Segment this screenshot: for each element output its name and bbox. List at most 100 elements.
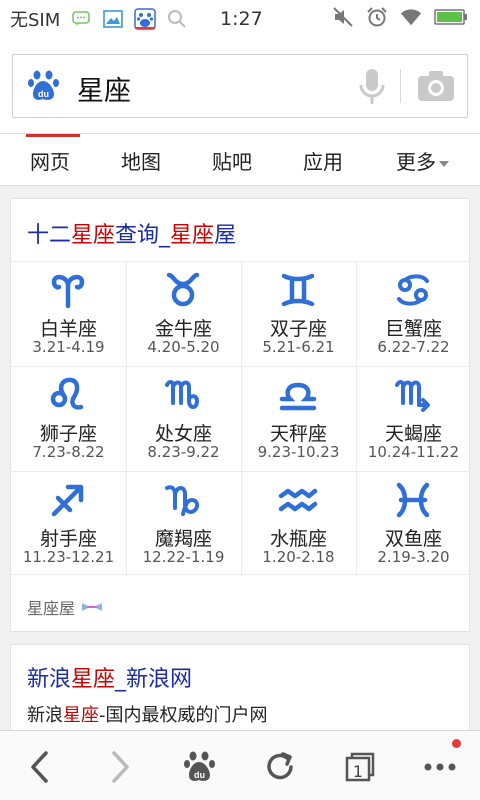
search-header: du 星座 — [0, 38, 480, 134]
scorpio-icon — [393, 377, 433, 413]
zodiac-name: 天秤座 — [269, 423, 327, 445]
zodiac-name: 水瓶座 — [269, 528, 327, 550]
clock: 1:27 — [220, 8, 263, 30]
zodiac-name: 双鱼座 — [384, 528, 442, 550]
title-part: _新浪网 — [115, 667, 193, 692]
zodiac-name: 处女座 — [154, 423, 212, 445]
zodiac-name: 巨蟹座 — [384, 318, 442, 340]
title-highlight: 星座 — [71, 667, 116, 692]
tabs-icon[interactable]: 1 — [340, 747, 380, 787]
zodiac-dates: 5.21-6.21 — [262, 338, 335, 356]
pisces-icon — [393, 482, 433, 518]
title-part: 屋 — [214, 223, 237, 248]
result-title-link[interactable]: 新浪星座_新浪网 — [27, 661, 192, 693]
zodiac-dates: 7.23-8.22 — [32, 443, 105, 461]
more-icon[interactable] — [420, 747, 460, 787]
zodiac-virgo[interactable]: 处女座 8.23-9.22 — [126, 367, 241, 471]
source-logo-icon — [81, 598, 103, 617]
zodiac-aquarius[interactable]: 水瓶座 1.20-2.18 — [241, 472, 356, 576]
baidu-paw-icon: du — [27, 69, 61, 103]
title-part: 十二 — [27, 223, 72, 248]
tab-more-label: 更多 — [396, 150, 436, 174]
zodiac-cancer[interactable]: 巨蟹座 6.22-7.22 — [356, 262, 471, 366]
aries-icon — [48, 272, 88, 309]
zodiac-dates: 4.20-5.20 — [147, 338, 220, 356]
battery-icon — [434, 6, 468, 28]
back-icon[interactable] — [20, 747, 60, 787]
tab-web[interactable]: 网页 — [26, 134, 80, 175]
chat-icon — [70, 8, 92, 30]
carrier-label: 无SIM — [10, 10, 61, 31]
desc-part: 新浪 — [27, 705, 63, 726]
zodiac-dates: 10.24-11.22 — [367, 443, 460, 461]
cancer-icon — [393, 272, 433, 308]
search-box[interactable]: du 星座 — [12, 54, 468, 118]
zodiac-dates: 6.22-7.22 — [377, 338, 450, 356]
forward-icon[interactable] — [100, 747, 140, 787]
zodiac-name: 魔羯座 — [154, 528, 212, 550]
zodiac-leo[interactable]: 狮子座 7.23-8.22 — [11, 367, 126, 471]
image-icon — [102, 8, 124, 30]
tab-apps[interactable]: 应用 — [303, 146, 343, 175]
result-description: 新浪星座-国内最权威的门户网 — [27, 701, 268, 727]
sagittarius-icon — [48, 482, 88, 518]
zodiac-dates: 9.23-10.23 — [257, 443, 340, 461]
status-bar: 无SIM 1:27 — [0, 0, 480, 38]
zodiac-capricorn[interactable]: 魔羯座 12.22-1.19 — [126, 472, 241, 576]
zodiac-name: 狮子座 — [39, 423, 97, 445]
baidu-app-icon — [134, 8, 157, 30]
tab-count: 1 — [352, 761, 364, 781]
title-highlight: 星座 — [71, 223, 116, 248]
zodiac-name: 白羊座 — [39, 318, 97, 340]
svg-text:du: du — [38, 89, 49, 99]
search-divider — [400, 69, 401, 103]
mute-icon — [332, 6, 354, 28]
zodiac-sagittarius[interactable]: 射手座 11.23-12.21 — [11, 472, 126, 576]
search-icon — [166, 8, 188, 30]
zodiac-dates: 3.21-4.19 — [32, 338, 105, 356]
zodiac-name: 天蝎座 — [384, 423, 442, 445]
chevron-down-icon — [439, 160, 449, 167]
zodiac-dates: 2.19-3.20 — [377, 548, 450, 566]
source-label: 星座屋 — [27, 599, 76, 618]
zodiac-dates: 8.23-9.22 — [147, 443, 220, 461]
mic-icon[interactable] — [357, 67, 387, 107]
capricorn-icon — [163, 482, 203, 518]
leo-icon — [48, 377, 88, 413]
result-source[interactable]: 星座屋 — [27, 595, 103, 619]
gemini-icon — [278, 272, 318, 308]
tab-tieba[interactable]: 贴吧 — [212, 146, 252, 175]
virgo-icon — [163, 377, 203, 413]
baidu-home-icon[interactable]: du — [180, 747, 220, 787]
taurus-icon — [163, 272, 203, 308]
zodiac-libra[interactable]: 天秤座 9.23-10.23 — [241, 367, 356, 471]
title-part: 查询_ — [115, 223, 171, 248]
zodiac-dates: 12.22-1.19 — [142, 548, 225, 566]
aquarius-icon — [278, 482, 318, 518]
camera-icon[interactable] — [417, 69, 455, 103]
zodiac-name: 金牛座 — [154, 318, 212, 340]
refresh-icon[interactable] — [260, 747, 300, 787]
zodiac-dates: 1.20-2.18 — [262, 548, 335, 566]
title-highlight: 星座 — [170, 223, 215, 248]
svg-text:du: du — [194, 770, 205, 780]
zodiac-scorpio[interactable]: 天蝎座 10.24-11.22 — [356, 367, 471, 471]
zodiac-name: 射手座 — [39, 528, 97, 550]
title-part: 新浪 — [27, 667, 72, 692]
zodiac-dates: 11.23-12.21 — [22, 548, 115, 566]
desc-part: -国内最权威的门户网 — [99, 705, 268, 726]
zodiac-gemini[interactable]: 双子座 5.21-6.21 — [241, 262, 356, 366]
zodiac-aries[interactable]: 白羊座 3.21-4.19 — [11, 262, 126, 366]
sina-result-card: 新浪星座_新浪网 新浪星座-国内最权威的门户网 — [10, 644, 470, 744]
zodiac-grid: 白羊座 3.21-4.19 金牛座 4.20-5.20 双子座 5.21-6.2… — [11, 261, 471, 576]
result-title-link[interactable]: 十二星座查询_星座屋 — [27, 217, 236, 249]
tab-more[interactable]: 更多 — [396, 146, 449, 175]
zodiac-taurus[interactable]: 金牛座 4.20-5.20 — [126, 262, 241, 366]
search-query-text[interactable]: 星座 — [77, 69, 131, 108]
zodiac-result-card: 十二星座查询_星座屋 白羊座 3.21-4.19 金牛座 4.20-5.20 双… — [10, 198, 471, 632]
zodiac-pisces[interactable]: 双鱼座 2.19-3.20 — [356, 472, 471, 576]
browser-toolbar: du 1 — [0, 730, 480, 800]
alarm-icon — [366, 6, 388, 28]
tab-map[interactable]: 地图 — [121, 146, 161, 175]
zodiac-name: 双子座 — [269, 318, 327, 340]
